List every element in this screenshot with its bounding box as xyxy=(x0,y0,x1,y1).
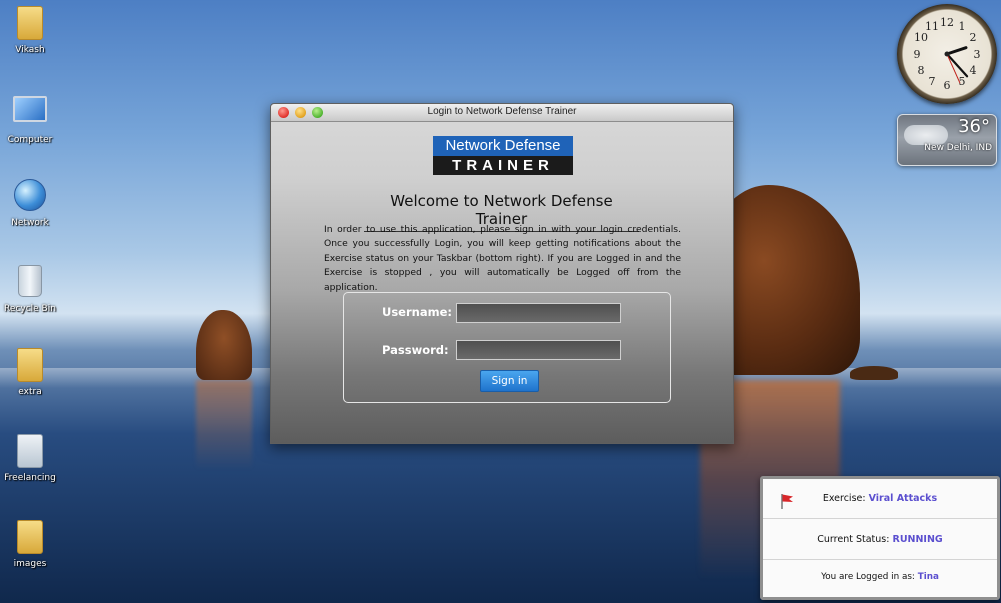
wallpaper-small-rock xyxy=(196,310,252,380)
user-folder-icon xyxy=(12,6,48,42)
password-input[interactable] xyxy=(456,340,621,360)
svg-text:7: 7 xyxy=(929,75,936,88)
folder-icon xyxy=(12,520,48,556)
folder-shortcut-icon xyxy=(12,434,48,470)
svg-text:3: 3 xyxy=(974,48,981,61)
password-label: Password: xyxy=(382,343,449,357)
window-title: Login to Network Defense Trainer xyxy=(427,106,577,117)
desktop-icon-vikash[interactable]: Vikash xyxy=(0,6,60,55)
window-titlebar[interactable]: Login to Network Defense Trainer xyxy=(271,104,733,122)
desktop-icon-label: Freelancing xyxy=(4,473,56,483)
svg-text:1: 1 xyxy=(959,20,966,33)
logged-in-user: Tina xyxy=(917,572,939,582)
network-icon xyxy=(12,179,48,215)
svg-text:11: 11 xyxy=(925,20,939,33)
logged-in-label: You are Logged in as: xyxy=(821,572,915,582)
svg-text:12: 12 xyxy=(940,16,954,29)
status-row: Current Status: RUNNING xyxy=(763,520,997,560)
svg-text:9: 9 xyxy=(914,48,921,61)
desktop-icon-freelancing[interactable]: Freelancing xyxy=(0,434,60,483)
username-input[interactable] xyxy=(456,303,621,323)
status-label: Current Status: xyxy=(817,534,890,545)
app-logo: Network Defense TRAINER xyxy=(433,136,573,175)
desktop-icon-label: images xyxy=(13,559,47,569)
weather-temperature: 36° xyxy=(958,116,990,137)
computer-icon xyxy=(12,96,48,132)
logo-line1: Network Defense xyxy=(433,136,573,156)
wallpaper-small-rock-reflection xyxy=(196,380,252,470)
cloud-icon xyxy=(904,125,948,145)
desktop-icon-label: Vikash xyxy=(15,45,45,55)
desktop-icon-images[interactable]: images xyxy=(0,520,60,569)
desktop-icon-label: Computer xyxy=(7,135,53,145)
svg-text:6: 6 xyxy=(944,79,951,92)
logo-line2: TRAINER xyxy=(433,156,573,175)
logged-in-row: You are Logged in as: Tina xyxy=(763,561,997,597)
status-value: RUNNING xyxy=(892,534,943,545)
desktop-icon-label: Recycle Bin xyxy=(4,304,56,314)
desktop-icon-computer[interactable]: Computer xyxy=(0,92,60,145)
exercise-notification: Exercise: Viral Attacks Current Status: … xyxy=(760,476,1000,600)
desktop-icon-label: Network xyxy=(11,218,49,228)
weather-city: New Delhi, IND xyxy=(924,143,992,153)
clock-gadget[interactable]: 12 1 2 345 678 9 10 11 xyxy=(897,4,997,104)
recycle-bin-icon xyxy=(12,265,48,301)
exercise-value: Viral Attacks xyxy=(868,493,938,504)
wallpaper-far-rock xyxy=(850,366,898,380)
clock-hour-hand xyxy=(945,46,968,56)
clock-minute-hand xyxy=(945,52,969,78)
svg-text:4: 4 xyxy=(970,64,977,77)
svg-text:8: 8 xyxy=(918,64,925,77)
desktop-icon-extra[interactable]: extra xyxy=(0,348,60,397)
weather-gadget[interactable]: 36° New Delhi, IND xyxy=(897,114,997,166)
intro-text: In order to use this application, please… xyxy=(324,224,681,293)
desktop-icon-network[interactable]: Network xyxy=(0,177,60,228)
username-label: Username: xyxy=(382,305,452,319)
exercise-label: Exercise: xyxy=(822,493,866,504)
exercise-row: Exercise: Viral Attacks xyxy=(763,479,997,519)
login-form: Username: Password: Sign in xyxy=(343,292,671,403)
svg-text:2: 2 xyxy=(970,31,977,44)
desktop-icon-recycle-bin[interactable]: Recycle Bin xyxy=(0,263,60,314)
desktop-icon-label: extra xyxy=(18,387,42,397)
login-window: Login to Network Defense Trainer Network… xyxy=(270,103,734,444)
sign-in-button[interactable]: Sign in xyxy=(480,370,539,392)
folder-icon xyxy=(12,348,48,384)
clock-face: 12 12 345 678 91011 xyxy=(914,16,981,92)
